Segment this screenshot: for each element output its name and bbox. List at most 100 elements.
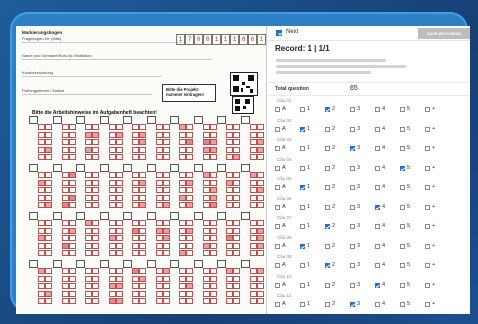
- option-checkbox[interactable]: [325, 126, 330, 132]
- option-checkbox[interactable]: [400, 263, 405, 268]
- option-checkbox[interactable]: [350, 126, 355, 132]
- answer-bubble: [132, 283, 139, 289]
- option-checkbox[interactable]: [275, 165, 280, 171]
- option-checkbox[interactable]: [375, 204, 380, 210]
- option-checkbox[interactable]: [425, 204, 430, 210]
- option-checkbox[interactable]: [425, 263, 430, 268]
- option-checkbox[interactable]: [325, 185, 330, 190]
- option-label: 1: [307, 203, 311, 210]
- answer-bubble: [179, 275, 186, 282]
- option-checkbox[interactable]: [275, 204, 280, 210]
- answer-bubble: [249, 172, 257, 178]
- option-checkbox[interactable]: [400, 107, 405, 112]
- option-checkbox[interactable]: [375, 185, 380, 190]
- option-checkbox[interactable]: [350, 282, 355, 288]
- total-question-row: Total question 65: [267, 82, 470, 96]
- option-checkbox[interactable]: [350, 243, 355, 249]
- option-checkbox[interactable]: [325, 107, 330, 112]
- option-checkbox[interactable]: [350, 146, 355, 151]
- option-checkbox[interactable]: [275, 243, 280, 249]
- option-checkbox[interactable]: [300, 243, 305, 249]
- option-checkbox[interactable]: [375, 126, 380, 132]
- option-label: +: [432, 145, 436, 151]
- option-checkbox[interactable]: [425, 185, 430, 190]
- answer-bubble: [115, 154, 123, 160]
- option-checkbox[interactable]: [375, 302, 380, 307]
- option-checkbox[interactable]: [275, 263, 280, 268]
- option-checkbox[interactable]: [400, 185, 405, 190]
- option-checkbox[interactable]: [350, 204, 355, 210]
- option-checkbox[interactable]: [375, 263, 380, 268]
- answer-bubble: [186, 124, 193, 130]
- digit-box: 1: [176, 34, 185, 45]
- answer-bubble: [108, 275, 116, 282]
- option-checkbox[interactable]: [325, 204, 330, 210]
- answer-bubble: [162, 227, 170, 234]
- option-checkbox[interactable]: [275, 107, 280, 112]
- option-checkbox[interactable]: [425, 126, 430, 132]
- answer-bubble: [233, 227, 240, 234]
- option-checkbox[interactable]: [375, 146, 380, 151]
- option-checkbox[interactable]: [400, 126, 405, 132]
- option-checkbox[interactable]: [275, 282, 280, 288]
- question-number-box: [29, 212, 38, 220]
- option-checkbox[interactable]: [350, 263, 355, 268]
- answer-bubble: [202, 172, 210, 178]
- option-checkbox[interactable]: [275, 126, 280, 132]
- option-checkbox[interactable]: [300, 185, 305, 190]
- option-checkbox[interactable]: [400, 146, 405, 151]
- option-checkbox[interactable]: [325, 146, 330, 151]
- option-checkbox[interactable]: [325, 282, 330, 288]
- option-checkbox[interactable]: [325, 263, 330, 268]
- option-checkbox[interactable]: [300, 146, 305, 151]
- answer-bubble: [115, 268, 123, 274]
- option-checkbox[interactable]: [325, 243, 330, 249]
- next-checkbox[interactable]: [276, 30, 282, 36]
- option-checkbox[interactable]: [300, 302, 305, 307]
- option-checkbox[interactable]: [300, 126, 305, 132]
- option-checkbox[interactable]: [275, 302, 280, 307]
- option-checkbox[interactable]: [400, 282, 405, 288]
- option-checkbox[interactable]: [425, 107, 430, 112]
- option-checkbox[interactable]: [425, 243, 430, 249]
- option-checkbox[interactable]: [300, 165, 305, 171]
- option-checkbox[interactable]: [400, 165, 405, 171]
- option-checkbox[interactable]: [375, 107, 380, 112]
- total-question-value[interactable]: 65: [350, 85, 358, 92]
- option-checkbox[interactable]: [325, 224, 330, 229]
- option-checkbox[interactable]: [375, 243, 380, 249]
- option-checkbox[interactable]: [425, 146, 430, 151]
- answer-bubble: [45, 179, 52, 186]
- option-checkbox[interactable]: [350, 224, 355, 229]
- option-checkbox[interactable]: [425, 302, 430, 307]
- option-checkbox[interactable]: [325, 165, 330, 171]
- option-checkbox[interactable]: [275, 224, 280, 229]
- option-checkbox[interactable]: [400, 302, 405, 307]
- option-checkbox[interactable]: [350, 302, 355, 307]
- option-checkbox[interactable]: [400, 243, 405, 249]
- option-checkbox[interactable]: [300, 107, 305, 112]
- option-checkbox[interactable]: [375, 224, 380, 229]
- option-checkbox[interactable]: [300, 224, 305, 229]
- option-checkbox[interactable]: [325, 302, 330, 307]
- option-checkbox[interactable]: [400, 204, 405, 210]
- option-checkbox[interactable]: [425, 165, 430, 171]
- option-checkbox[interactable]: [300, 204, 305, 210]
- answer-bubble: [68, 250, 76, 256]
- option-checkbox[interactable]: [350, 107, 355, 112]
- option-checkbox[interactable]: [425, 282, 430, 288]
- answer-bubble: [186, 268, 193, 274]
- option-checkbox[interactable]: [275, 146, 280, 151]
- digit-box: 8: [203, 34, 212, 45]
- option-checkbox[interactable]: [425, 224, 430, 229]
- save-with-read-button[interactable]: SAVE WITH READ: [418, 28, 470, 39]
- option-label: +: [432, 301, 436, 307]
- option-checkbox[interactable]: [300, 263, 305, 268]
- option-checkbox[interactable]: [350, 165, 355, 171]
- option-checkbox[interactable]: [275, 185, 280, 190]
- option-checkbox[interactable]: [375, 282, 380, 288]
- option-checkbox[interactable]: [400, 224, 405, 229]
- option-checkbox[interactable]: [350, 185, 355, 190]
- option-checkbox[interactable]: [375, 165, 380, 171]
- option-checkbox[interactable]: [300, 282, 305, 288]
